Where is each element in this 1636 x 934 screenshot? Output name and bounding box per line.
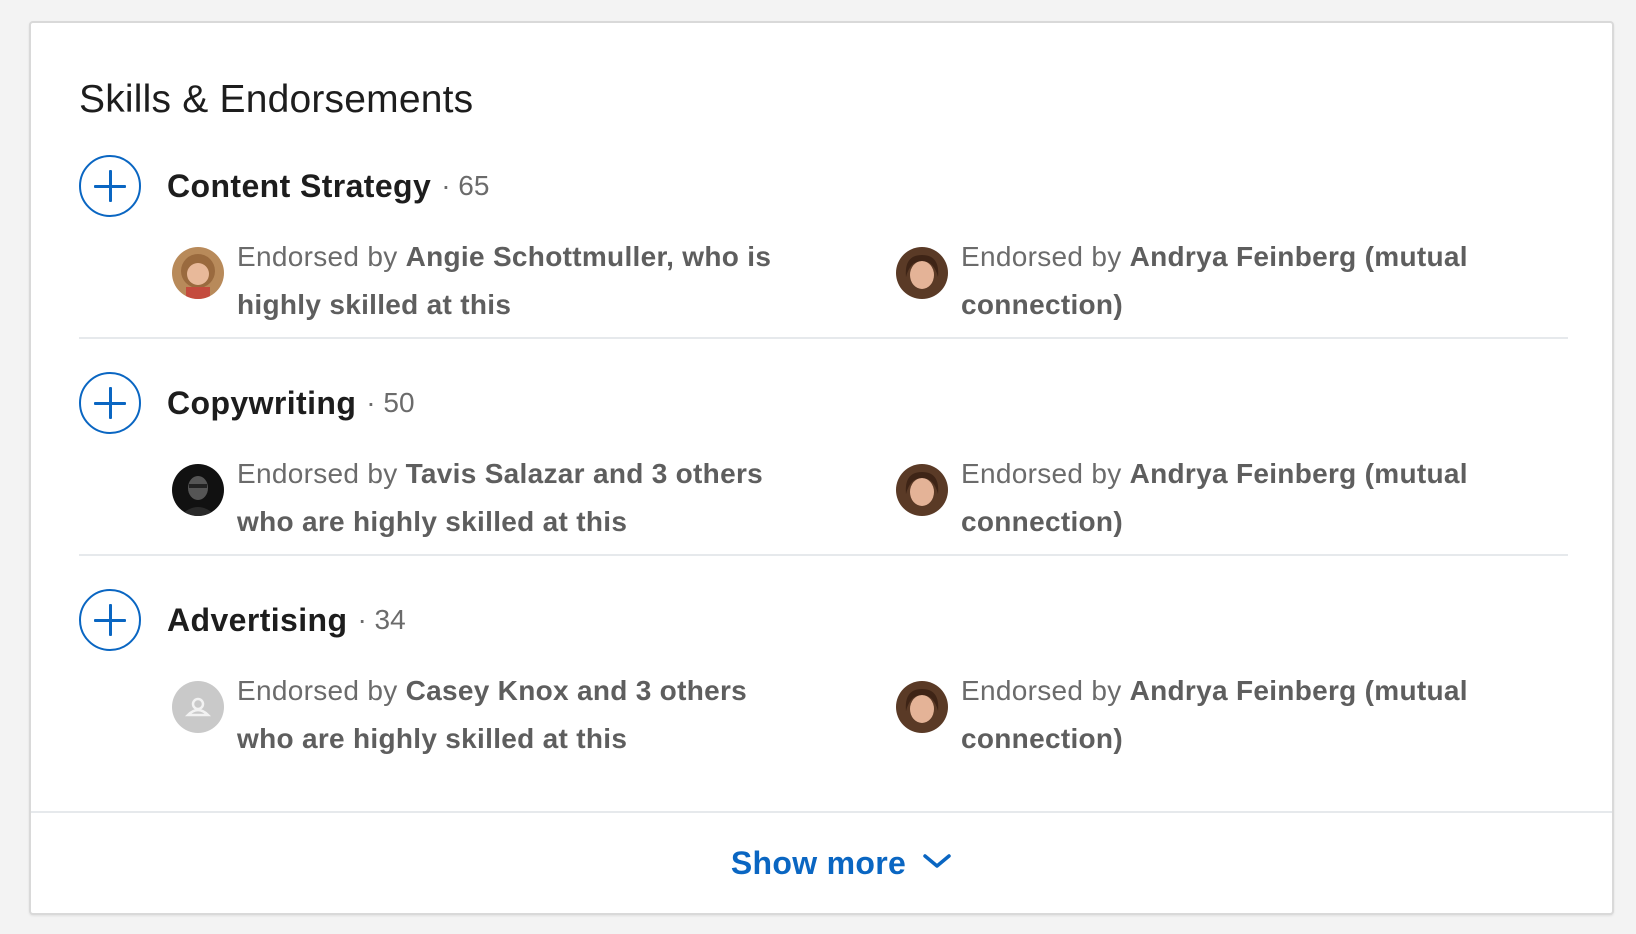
- skills-endorsements-card: Skills & Endorsements Content Strategy ·…: [29, 21, 1614, 915]
- man-dark-photo-avatar[interactable]: [172, 464, 224, 516]
- endorsement-count[interactable]: · 65: [441, 170, 489, 202]
- skill-item-content-strategy: Content Strategy · 65 Endorsed by Angie …: [79, 153, 1568, 339]
- endorsement-entry[interactable]: Endorsed by Andrya Feinberg (mutual conn…: [896, 667, 1516, 763]
- endorsement-entry[interactable]: Endorsed by Andrya Feinberg (mutual conn…: [896, 233, 1516, 329]
- endorsement-prefix: Endorsed by: [961, 675, 1130, 706]
- skill-header: Copywriting · 50: [79, 370, 415, 436]
- woman-brown-hair-avatar[interactable]: [896, 464, 948, 516]
- endorsement-prefix: Endorsed by: [237, 675, 406, 706]
- endorsement-entry[interactable]: Endorsed by Angie Schottmuller, who is h…: [172, 233, 792, 329]
- endorsement-entry[interactable]: Endorsed by Andrya Feinberg (mutual conn…: [896, 450, 1516, 546]
- endorse-plus-button[interactable]: [79, 372, 141, 434]
- woman-curly-hair-avatar[interactable]: [172, 247, 224, 299]
- default-person-avatar[interactable]: [172, 681, 224, 733]
- endorsement-count[interactable]: · 34: [357, 604, 405, 636]
- endorsement-prefix: Endorsed by: [237, 458, 406, 489]
- endorsement-entry[interactable]: Endorsed by Tavis Salazar and 3 others w…: [172, 450, 792, 546]
- skill-name[interactable]: Content Strategy: [167, 168, 431, 205]
- skill-name[interactable]: Copywriting: [167, 385, 356, 422]
- endorsement-count[interactable]: · 50: [366, 387, 414, 419]
- skill-header: Advertising · 34: [79, 587, 406, 653]
- endorsement-prefix: Endorsed by: [237, 241, 406, 272]
- skill-header: Content Strategy · 65: [79, 153, 489, 219]
- section-title: Skills & Endorsements: [79, 78, 474, 121]
- endorsement-prefix: Endorsed by: [961, 458, 1130, 489]
- card-footer: Show more: [31, 811, 1612, 913]
- skill-name[interactable]: Advertising: [167, 602, 347, 639]
- endorsement-entry[interactable]: Endorsed by Casey Knox and 3 others who …: [172, 667, 792, 763]
- woman-brown-hair-avatar[interactable]: [896, 247, 948, 299]
- show-more-button[interactable]: Show more: [731, 845, 952, 882]
- woman-brown-hair-avatar[interactable]: [896, 681, 948, 733]
- endorsement-prefix: Endorsed by: [961, 241, 1130, 272]
- show-more-label: Show more: [730, 844, 907, 881]
- endorse-plus-button[interactable]: [79, 155, 141, 217]
- skill-item-copywriting: Copywriting · 50 Endorsed by Tavis Salaz…: [79, 370, 1568, 556]
- chevron-down-icon: [922, 841, 952, 878]
- endorse-plus-button[interactable]: [79, 589, 141, 651]
- skill-item-advertising: Advertising · 34 Endorsed by Casey Knox …: [79, 587, 1568, 771]
